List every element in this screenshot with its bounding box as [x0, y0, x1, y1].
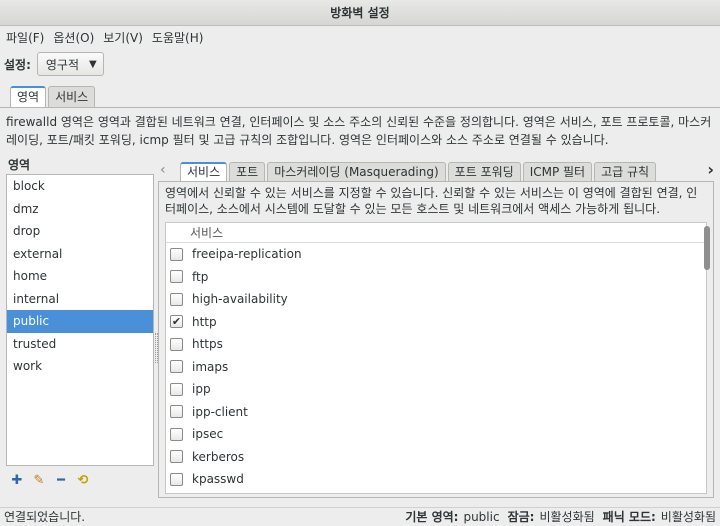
edit-icon[interactable]: ✎	[32, 474, 46, 488]
zone-item[interactable]: internal	[7, 288, 153, 311]
default-zone-label: 기본 영역:	[405, 510, 459, 524]
status-message: 연결되었습니다.	[4, 510, 86, 524]
service-name: ipsec	[192, 427, 224, 442]
default-zone-value: public	[463, 510, 500, 524]
menu-file[interactable]: 파일(F)	[4, 26, 51, 50]
service-checkbox[interactable]: ✔	[170, 315, 183, 329]
zone-description: firewalld 영역은 영역과 결합된 네트워크 연결, 인터페이스 및 소…	[6, 115, 712, 147]
configuration-label: 설정:	[4, 57, 31, 72]
chevron-right-icon[interactable]: ›	[707, 160, 714, 179]
configuration-select[interactable]: 영구적 ▼	[36, 52, 104, 76]
service-checkbox[interactable]	[170, 472, 183, 486]
zone-item[interactable]: block	[7, 175, 153, 198]
configuration-value: 영구적	[45, 57, 80, 72]
configuration-row: 설정: 영구적 ▼	[4, 52, 104, 76]
service-row[interactable]: ipp-client	[166, 401, 706, 424]
zone-item[interactable]: external	[7, 243, 153, 266]
service-row[interactable]: high-availability	[166, 288, 706, 311]
menu-bar: 파일(F) 옵션(O) 보기(V) 도움말(H)	[0, 26, 720, 50]
lockdown-label: 잠금:	[507, 510, 535, 524]
service-name: ftp	[192, 269, 209, 284]
service-name: https	[192, 337, 223, 352]
tab-rich-rules[interactable]: 고급 규칙	[594, 162, 657, 182]
service-row[interactable]: ipsec	[166, 423, 706, 446]
service-name: kerberos	[192, 449, 245, 464]
services-list: 서비스 freeipa-replication ftp high-availabil…	[165, 222, 707, 494]
services-panel: 영역에서 신뢰할 수 있는 서비스를 지정할 수 있습니다. 신뢰할 수 있는 …	[158, 181, 714, 498]
service-name: freeipa-replication	[192, 247, 302, 262]
zone-item-selected[interactable]: public	[7, 310, 153, 333]
tab-masquerading[interactable]: 마스커레이딩 (Masquerading)	[267, 162, 446, 182]
lockdown-value: 비활성화됨	[539, 510, 595, 524]
service-name: ipp-client	[192, 404, 248, 419]
service-name: http	[192, 314, 217, 329]
service-checkbox[interactable]	[170, 337, 183, 351]
zone-item[interactable]: home	[7, 265, 153, 288]
tab-port-forwarding[interactable]: 포트 포워딩	[447, 162, 521, 182]
panic-mode-value: 비활성화됨	[660, 510, 716, 524]
services-description: 영역에서 신뢰할 수 있는 서비스를 지정할 수 있습니다. 신뢰할 수 있는 …	[165, 186, 698, 216]
service-row[interactable]: https	[166, 333, 706, 356]
zone-item[interactable]: work	[7, 355, 153, 378]
tab-zones[interactable]: 영역	[10, 86, 47, 108]
chevron-down-icon: ▼	[89, 58, 97, 70]
service-row[interactable]: kpasswd	[166, 468, 706, 491]
services-scrollbar[interactable]	[704, 226, 710, 270]
menu-help[interactable]: 도움말(H)	[150, 26, 211, 50]
service-checkbox[interactable]	[170, 292, 183, 306]
tab-ports[interactable]: 포트	[229, 162, 266, 182]
zone-item[interactable]: dmz	[7, 198, 153, 221]
tab-services-zone[interactable]: 서비스	[180, 162, 228, 182]
service-row[interactable]: ✔ http	[166, 311, 706, 334]
panic-mode-label: 패닉 모드:	[602, 510, 656, 524]
service-row[interactable]: ipp	[166, 378, 706, 401]
window-title: 방화벽 설정	[0, 0, 720, 26]
zone-settings-tabs: ‹ 서비스 포트 마스커레이딩 (Masquerading) 포트 포워딩 IC…	[158, 160, 714, 182]
zones-header: 영역	[8, 158, 31, 172]
main-tabs: 영역 서비스	[10, 86, 97, 108]
zone-toolbar: ✚ ✎ ━ ⟲	[10, 472, 98, 490]
service-checkbox[interactable]	[170, 450, 183, 464]
service-row[interactable]: ftp	[166, 266, 706, 289]
add-icon[interactable]: ✚	[10, 474, 24, 488]
service-name: ipp	[192, 382, 211, 397]
service-checkbox[interactable]	[170, 427, 183, 441]
status-bar: 연결되었습니다. 기본 영역: public 잠금: 비활성화됨 패닉 모드: …	[0, 507, 720, 525]
service-checkbox[interactable]	[170, 247, 183, 261]
menu-options[interactable]: 옵션(O)	[51, 26, 101, 50]
service-name: kpasswd	[192, 472, 244, 487]
service-row[interactable]: freeipa-replication	[166, 243, 706, 266]
zones-panel: firewalld 영역은 영역과 결합된 네트워크 연결, 인터페이스 및 소…	[0, 107, 720, 507]
zone-item[interactable]: trusted	[7, 333, 153, 356]
service-name: high-availability	[192, 292, 288, 307]
remove-icon[interactable]: ━	[54, 474, 68, 488]
zones-list: block dmz drop external home internal pu…	[6, 174, 154, 466]
service-checkbox[interactable]	[170, 382, 183, 396]
chevron-left-icon[interactable]: ‹	[160, 162, 166, 178]
zone-item[interactable]: drop	[7, 220, 153, 243]
service-checkbox[interactable]	[170, 405, 183, 419]
load-defaults-icon[interactable]: ⟲	[76, 474, 90, 488]
tab-services[interactable]: 서비스	[48, 86, 96, 108]
service-checkbox[interactable]	[170, 270, 183, 284]
service-row[interactable]: imaps	[166, 356, 706, 379]
service-checkbox[interactable]	[170, 360, 183, 374]
menu-view[interactable]: 보기(V)	[101, 26, 150, 50]
service-row[interactable]: kerberos	[166, 446, 706, 469]
service-name: imaps	[192, 359, 229, 374]
tab-icmp-filter[interactable]: ICMP 필터	[522, 162, 593, 182]
services-column-header[interactable]: 서비스	[166, 223, 706, 243]
